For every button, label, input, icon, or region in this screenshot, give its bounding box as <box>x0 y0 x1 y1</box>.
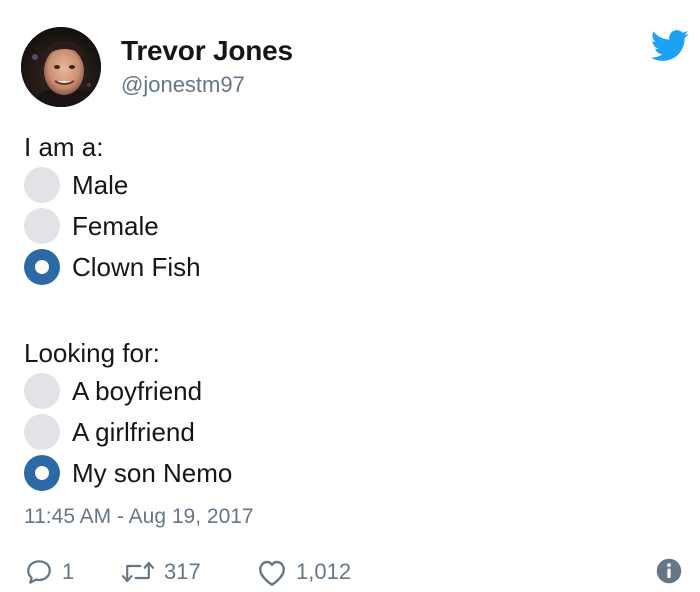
section-label-looking-for: Looking for: <box>24 338 160 368</box>
radio-option-clown-fish[interactable]: Clown Fish <box>24 249 201 285</box>
tweet-timestamp[interactable]: 11:45 AM - Aug 19, 2017 <box>24 505 254 529</box>
option-label: A girlfriend <box>72 416 195 447</box>
option-label: Female <box>72 210 159 241</box>
tweet-actions: 1 317 1,012 <box>24 556 694 588</box>
radio-option-girlfriend[interactable]: A girlfriend <box>24 414 195 450</box>
radio-unchecked-icon[interactable] <box>24 208 60 244</box>
section-label-i-am: I am a: <box>24 132 104 162</box>
radio-option-boyfriend[interactable]: A boyfriend <box>24 373 203 409</box>
radio-unchecked-icon[interactable] <box>24 167 60 203</box>
retweet-icon <box>120 557 156 587</box>
tweet-card: Trevor Jones @jonestm97 I am a: Male Fem… <box>0 0 700 592</box>
twitter-bird-icon[interactable] <box>650 30 690 62</box>
radio-option-male[interactable]: Male <box>24 167 129 203</box>
radio-option-female[interactable]: Female <box>24 208 159 244</box>
avatar[interactable] <box>21 27 101 107</box>
reply-icon <box>24 557 54 587</box>
option-label: Clown Fish <box>72 251 201 282</box>
author-name[interactable]: Trevor Jones <box>121 35 293 67</box>
radio-unchecked-icon[interactable] <box>24 373 60 409</box>
option-label: Male <box>72 169 129 200</box>
radio-option-my-son-nemo[interactable]: My son Nemo <box>24 455 233 491</box>
radio-unchecked-icon[interactable] <box>24 414 60 450</box>
like-button[interactable]: 1,012 <box>256 556 351 588</box>
option-label: A boyfriend <box>72 375 203 406</box>
author-handle[interactable]: @jonestm97 <box>121 72 245 98</box>
radio-checked-icon[interactable] <box>24 249 60 285</box>
retweet-button[interactable]: 317 <box>120 556 201 588</box>
retweet-count: 317 <box>164 559 201 584</box>
radio-checked-icon[interactable] <box>24 455 60 491</box>
heart-icon <box>256 557 288 587</box>
reply-count: 1 <box>62 559 75 584</box>
reply-button[interactable]: 1 <box>24 556 74 588</box>
option-label: My son Nemo <box>72 457 233 488</box>
info-icon[interactable] <box>655 557 683 585</box>
avatar-photo <box>21 27 101 107</box>
like-count: 1,012 <box>296 559 352 584</box>
